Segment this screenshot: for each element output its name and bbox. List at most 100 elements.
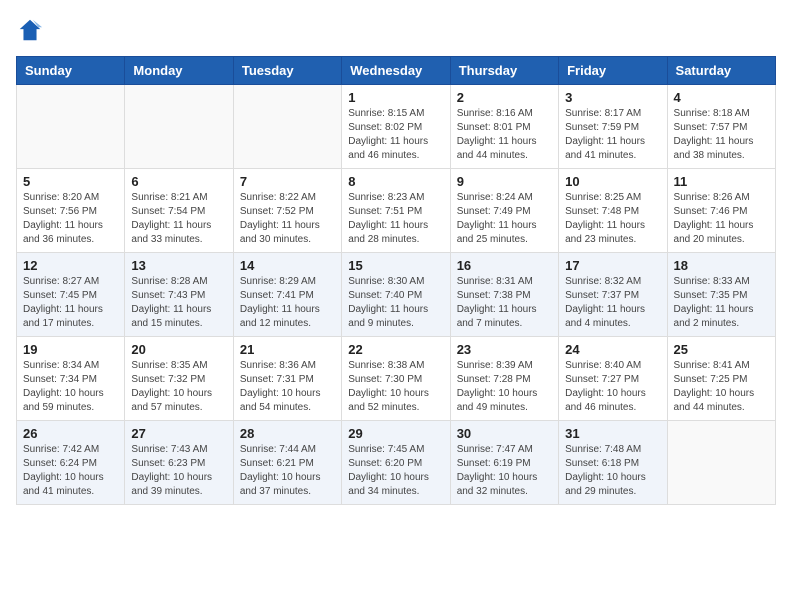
day-number: 21: [240, 342, 335, 357]
calendar-cell: 12 Sunrise: 8:27 AM Sunset: 7:45 PM Dayli…: [17, 253, 125, 337]
calendar-cell: 6 Sunrise: 8:21 AM Sunset: 7:54 PM Daylig…: [125, 169, 233, 253]
day-number: 25: [674, 342, 769, 357]
weekday-header-monday: Monday: [125, 57, 233, 85]
calendar-cell: 15Sunrise: 8:30 AM Sunset: 7:40 PM Dayli…: [342, 253, 450, 337]
day-number: 30: [457, 426, 552, 441]
calendar-cell: 23Sunrise: 8:39 AM Sunset: 7:28 PM Dayli…: [450, 337, 558, 421]
day-number: 6: [131, 174, 226, 189]
calendar-cell: 24 Sunrise: 8:40 AM Sunset: 7:27 PM Dayli…: [559, 337, 667, 421]
calendar-cell: [17, 85, 125, 169]
calendar-cell: 3 Sunrise: 8:17 AM Sunset: 7:59 PM Daylig…: [559, 85, 667, 169]
day-info: Sunrise: 8:20 AM Sunset: 7:56 PM Dayligh…: [23, 191, 118, 247]
day-info: Sunrise: 8:35 AM Sunset: 7:32 PM Dayligh…: [131, 359, 226, 415]
day-info: Sunrise: 8:31 AM Sunset: 7:38 PM Dayligh…: [457, 275, 552, 331]
day-info: Sunrise: 8:40 AM Sunset: 7:27 PM Dayligh…: [565, 359, 660, 415]
calendar-cell: 30 Sunrise: 7:47 AM Sunset: 6:19 PM Dayli…: [450, 421, 558, 505]
weekday-header-friday: Friday: [559, 57, 667, 85]
day-info: Sunrise: 7:48 AM Sunset: 6:18 PM Dayligh…: [565, 443, 660, 499]
calendar-cell: 4 Sunrise: 8:18 AM Sunset: 7:57 PM Daylig…: [667, 85, 775, 169]
calendar-cell: 2Sunrise: 8:16 AM Sunset: 8:01 PM Daylig…: [450, 85, 558, 169]
day-info: Sunrise: 8:17 AM Sunset: 7:59 PM Dayligh…: [565, 107, 660, 163]
day-number: 24: [565, 342, 660, 357]
day-number: 11: [674, 174, 769, 189]
weekday-header-wednesday: Wednesday: [342, 57, 450, 85]
day-info: Sunrise: 7:44 AM Sunset: 6:21 PM Dayligh…: [240, 443, 335, 499]
day-number: 9: [457, 174, 552, 189]
weekday-header-tuesday: Tuesday: [233, 57, 341, 85]
calendar-cell: 13Sunrise: 8:28 AM Sunset: 7:43 PM Dayli…: [125, 253, 233, 337]
day-number: 26: [23, 426, 118, 441]
day-info: Sunrise: 8:32 AM Sunset: 7:37 PM Dayligh…: [565, 275, 660, 331]
day-info: Sunrise: 8:41 AM Sunset: 7:25 PM Dayligh…: [674, 359, 769, 415]
day-number: 15: [348, 258, 443, 273]
day-info: Sunrise: 8:25 AM Sunset: 7:48 PM Dayligh…: [565, 191, 660, 247]
calendar-cell: 10 Sunrise: 8:25 AM Sunset: 7:48 PM Dayli…: [559, 169, 667, 253]
day-number: 23: [457, 342, 552, 357]
calendar-cell: 5 Sunrise: 8:20 AM Sunset: 7:56 PM Daylig…: [17, 169, 125, 253]
calendar-cell: 29 Sunrise: 7:45 AM Sunset: 6:20 PM Dayli…: [342, 421, 450, 505]
day-number: 22: [348, 342, 443, 357]
day-number: 16: [457, 258, 552, 273]
week-row-3: 12 Sunrise: 8:27 AM Sunset: 7:45 PM Dayli…: [17, 253, 776, 337]
week-row-2: 5 Sunrise: 8:20 AM Sunset: 7:56 PM Daylig…: [17, 169, 776, 253]
day-info: Sunrise: 8:36 AM Sunset: 7:31 PM Dayligh…: [240, 359, 335, 415]
calendar-cell: 9 Sunrise: 8:24 AM Sunset: 7:49 PM Daylig…: [450, 169, 558, 253]
day-info: Sunrise: 8:29 AM Sunset: 7:41 PM Dayligh…: [240, 275, 335, 331]
day-number: 7: [240, 174, 335, 189]
day-info: Sunrise: 8:18 AM Sunset: 7:57 PM Dayligh…: [674, 107, 769, 163]
day-info: Sunrise: 8:33 AM Sunset: 7:35 PM Dayligh…: [674, 275, 769, 331]
day-number: 5: [23, 174, 118, 189]
day-number: 1: [348, 90, 443, 105]
calendar-table: SundayMondayTuesdayWednesdayThursdayFrid…: [16, 56, 776, 505]
day-number: 3: [565, 90, 660, 105]
calendar-cell: [667, 421, 775, 505]
calendar-cell: 17Sunrise: 8:32 AM Sunset: 7:37 PM Dayli…: [559, 253, 667, 337]
day-number: 29: [348, 426, 443, 441]
calendar-cell: 14 Sunrise: 8:29 AM Sunset: 7:41 PM Dayli…: [233, 253, 341, 337]
day-number: 28: [240, 426, 335, 441]
calendar-cell: 20 Sunrise: 8:35 AM Sunset: 7:32 PM Dayli…: [125, 337, 233, 421]
day-info: Sunrise: 7:47 AM Sunset: 6:19 PM Dayligh…: [457, 443, 552, 499]
calendar-cell: 25 Sunrise: 8:41 AM Sunset: 7:25 PM Dayli…: [667, 337, 775, 421]
day-number: 14: [240, 258, 335, 273]
day-number: 20: [131, 342, 226, 357]
day-number: 27: [131, 426, 226, 441]
calendar-cell: 1 Sunrise: 8:15 AM Sunset: 8:02 PM Daylig…: [342, 85, 450, 169]
day-info: Sunrise: 8:34 AM Sunset: 7:34 PM Dayligh…: [23, 359, 118, 415]
calendar-cell: 19 Sunrise: 8:34 AM Sunset: 7:34 PM Dayli…: [17, 337, 125, 421]
calendar-cell: 16 Sunrise: 8:31 AM Sunset: 7:38 PM Dayli…: [450, 253, 558, 337]
day-info: Sunrise: 7:43 AM Sunset: 6:23 PM Dayligh…: [131, 443, 226, 499]
calendar-cell: [233, 85, 341, 169]
day-number: 18: [674, 258, 769, 273]
day-info: Sunrise: 8:24 AM Sunset: 7:49 PM Dayligh…: [457, 191, 552, 247]
calendar-cell: 11 Sunrise: 8:26 AM Sunset: 7:46 PM Dayli…: [667, 169, 775, 253]
day-info: Sunrise: 8:21 AM Sunset: 7:54 PM Dayligh…: [131, 191, 226, 247]
logo: [16, 16, 48, 44]
calendar-cell: 27 Sunrise: 7:43 AM Sunset: 6:23 PM Dayli…: [125, 421, 233, 505]
calendar-cell: 18 Sunrise: 8:33 AM Sunset: 7:35 PM Dayli…: [667, 253, 775, 337]
calendar-cell: 31Sunrise: 7:48 AM Sunset: 6:18 PM Dayli…: [559, 421, 667, 505]
day-info: Sunrise: 8:28 AM Sunset: 7:43 PM Dayligh…: [131, 275, 226, 331]
day-number: 19: [23, 342, 118, 357]
week-row-5: 26 Sunrise: 7:42 AM Sunset: 6:24 PM Dayli…: [17, 421, 776, 505]
day-number: 10: [565, 174, 660, 189]
calendar-cell: 22Sunrise: 8:38 AM Sunset: 7:30 PM Dayli…: [342, 337, 450, 421]
calendar-cell: 26 Sunrise: 7:42 AM Sunset: 6:24 PM Dayli…: [17, 421, 125, 505]
day-info: Sunrise: 7:42 AM Sunset: 6:24 PM Dayligh…: [23, 443, 118, 499]
day-info: Sunrise: 8:23 AM Sunset: 7:51 PM Dayligh…: [348, 191, 443, 247]
day-info: Sunrise: 8:27 AM Sunset: 7:45 PM Dayligh…: [23, 275, 118, 331]
day-number: 12: [23, 258, 118, 273]
weekday-header-sunday: Sunday: [17, 57, 125, 85]
day-info: Sunrise: 7:45 AM Sunset: 6:20 PM Dayligh…: [348, 443, 443, 499]
calendar-cell: 28 Sunrise: 7:44 AM Sunset: 6:21 PM Dayli…: [233, 421, 341, 505]
calendar-cell: 21 Sunrise: 8:36 AM Sunset: 7:31 PM Dayli…: [233, 337, 341, 421]
calendar-cell: 8 Sunrise: 8:23 AM Sunset: 7:51 PM Daylig…: [342, 169, 450, 253]
day-number: 8: [348, 174, 443, 189]
day-info: Sunrise: 8:15 AM Sunset: 8:02 PM Dayligh…: [348, 107, 443, 163]
week-row-4: 19 Sunrise: 8:34 AM Sunset: 7:34 PM Dayli…: [17, 337, 776, 421]
weekday-header-row: SundayMondayTuesdayWednesdayThursdayFrid…: [17, 57, 776, 85]
day-info: Sunrise: 8:22 AM Sunset: 7:52 PM Dayligh…: [240, 191, 335, 247]
day-info: Sunrise: 8:26 AM Sunset: 7:46 PM Dayligh…: [674, 191, 769, 247]
day-number: 4: [674, 90, 769, 105]
day-info: Sunrise: 8:16 AM Sunset: 8:01 PM Dayligh…: [457, 107, 552, 163]
